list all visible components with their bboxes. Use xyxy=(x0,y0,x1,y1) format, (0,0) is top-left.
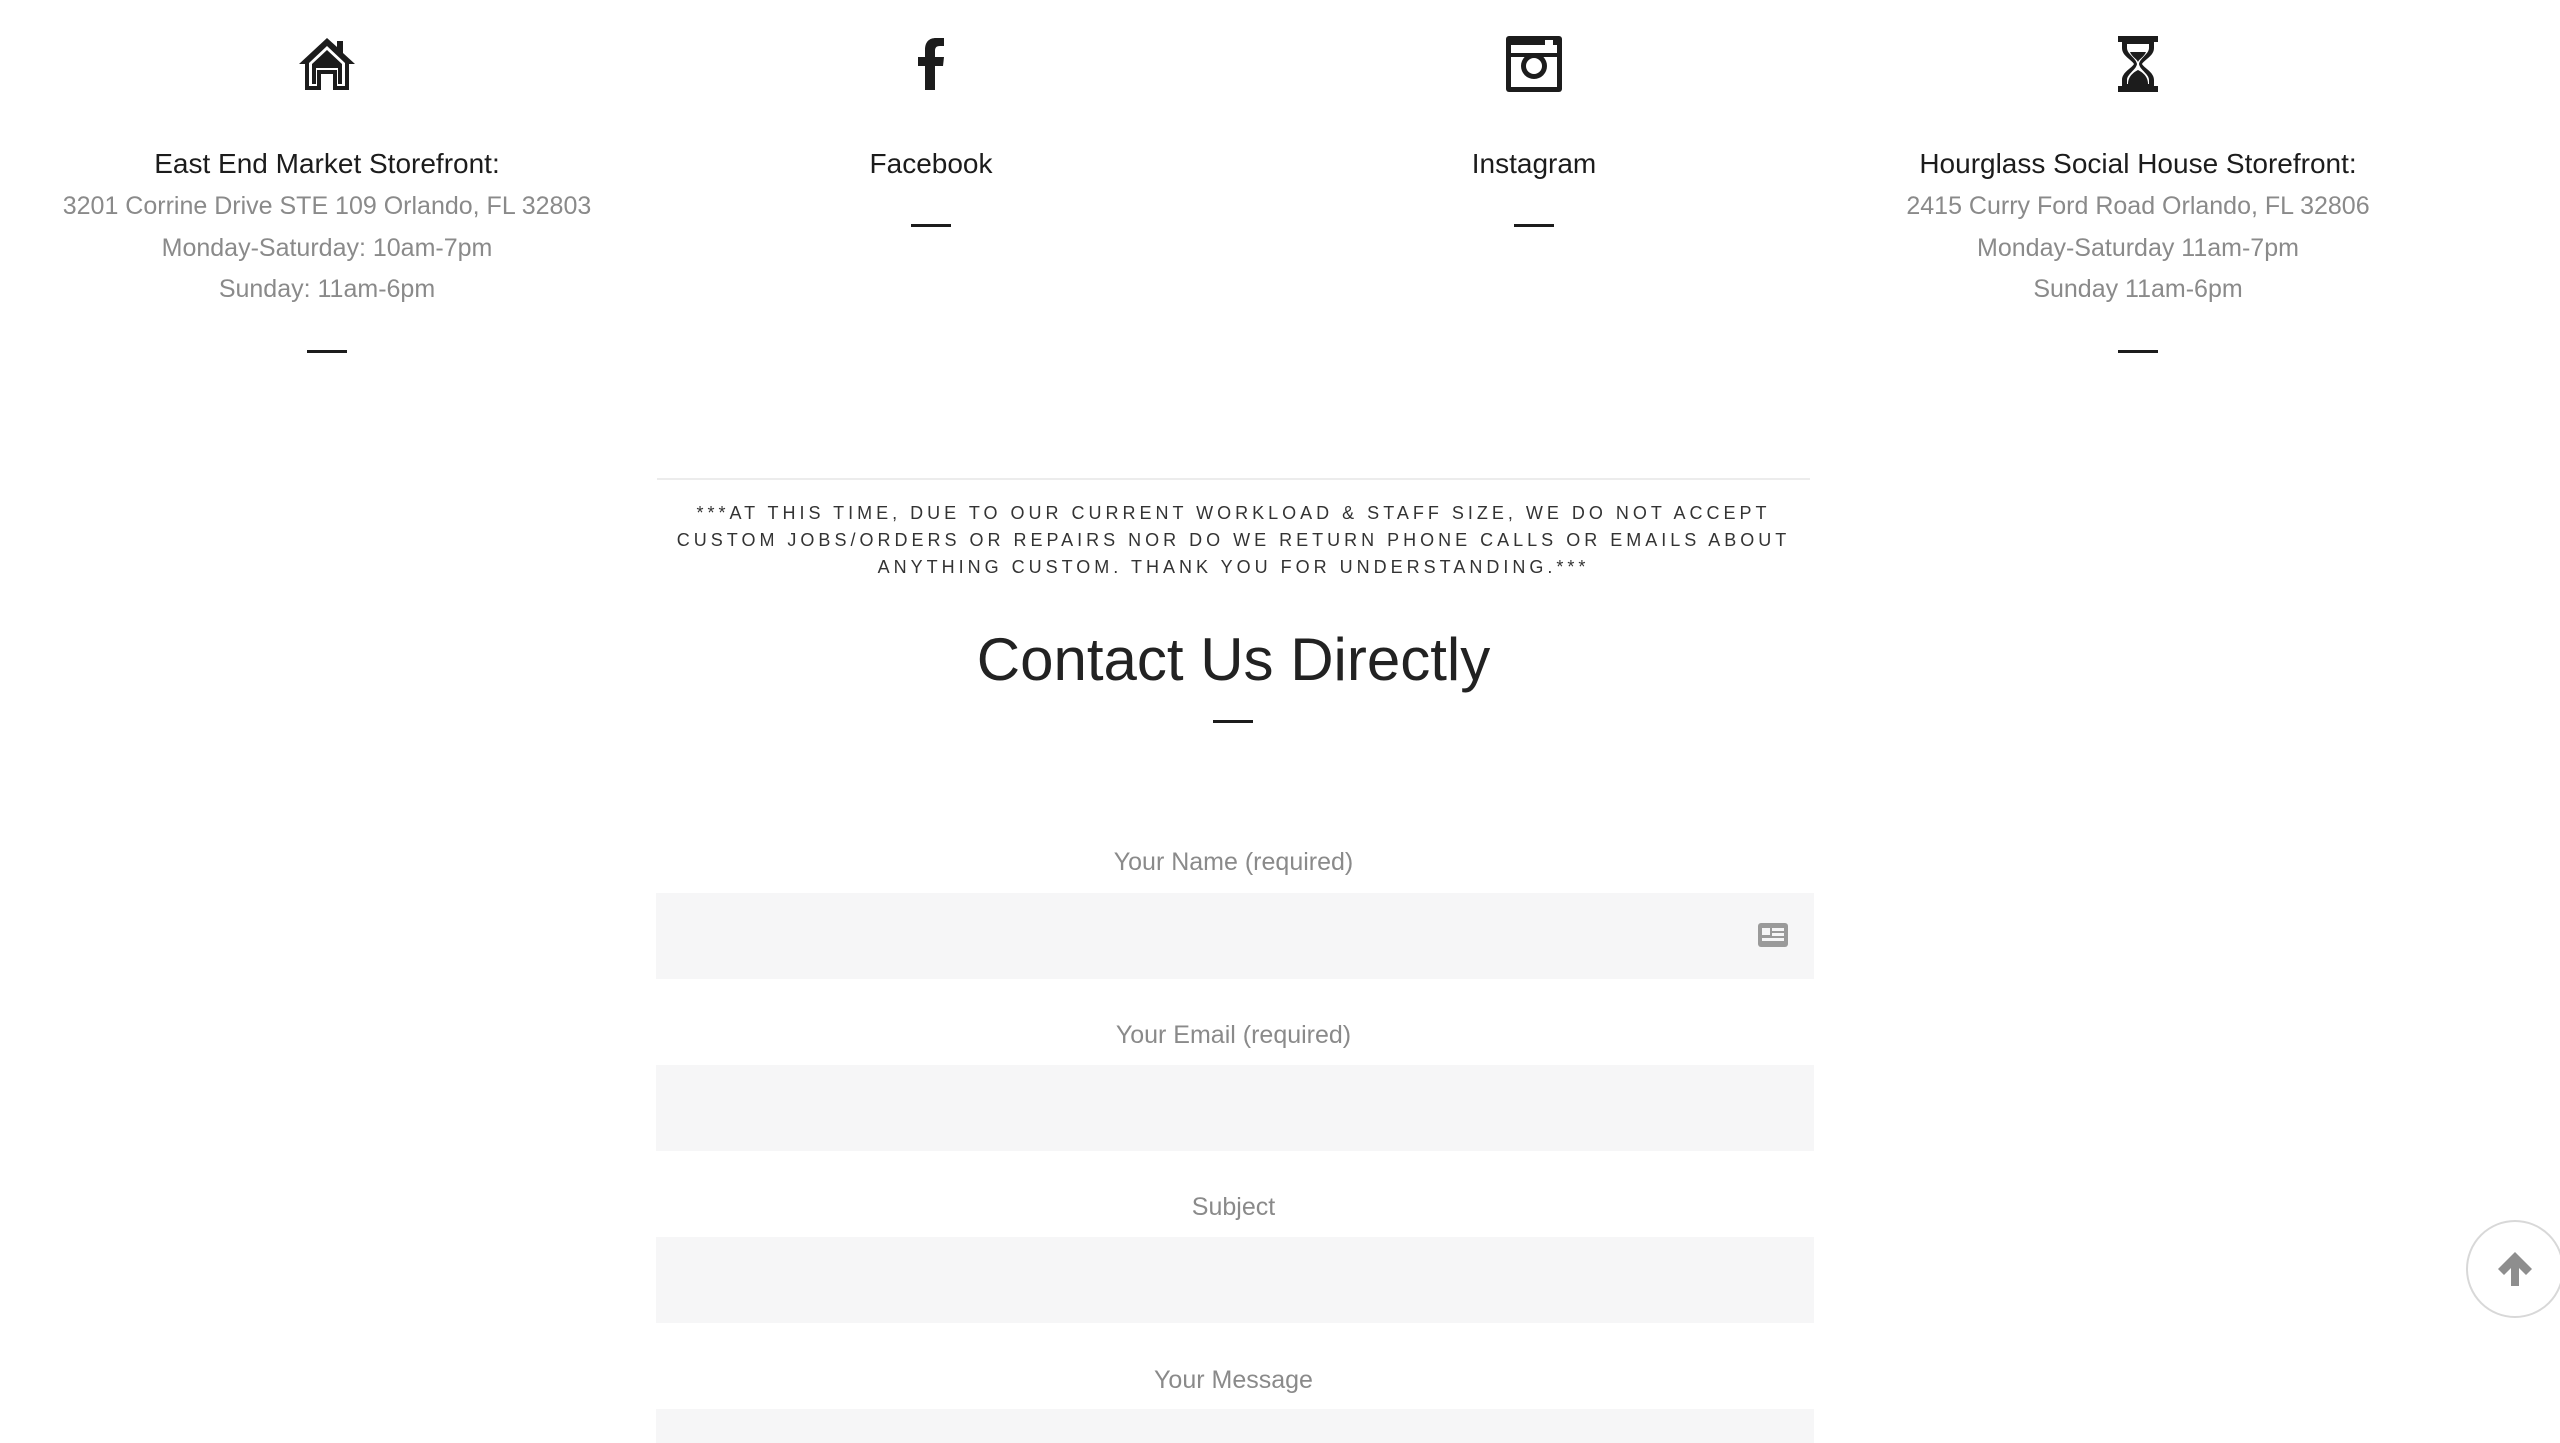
home-icon xyxy=(25,32,629,96)
location-title: Hourglass Social House Storefront: xyxy=(1919,148,2357,179)
custom-work-notice: ***AT THIS TIME, DUE TO OUR CURRENT WORK… xyxy=(676,503,1791,577)
location-hours-weekday: Monday-Saturday 11am-7pm xyxy=(1977,234,2299,262)
name-label: Your Name (required) xyxy=(1113,848,1354,876)
message-textarea[interactable] xyxy=(656,1409,1814,1443)
email-label: Your Email (required) xyxy=(1115,1021,1352,1049)
facebook-icon[interactable] xyxy=(629,32,1233,96)
location-title[interactable]: Instagram xyxy=(1232,144,1836,184)
section-dash xyxy=(1514,224,1554,227)
instagram-icon[interactable] xyxy=(1232,32,1836,96)
name-input[interactable] xyxy=(656,893,1814,979)
section-dash xyxy=(911,224,951,227)
section-dash xyxy=(2118,350,2158,353)
section-dash xyxy=(307,350,347,353)
subject-label: Subject xyxy=(1191,1193,1276,1221)
location-address: 2415 Curry Ford Road Orlando, FL 32806 xyxy=(1906,192,2370,220)
scroll-to-top-button[interactable] xyxy=(2466,1220,2560,1318)
location-hours-sunday: Sunday: 11am-6pm xyxy=(218,275,436,303)
location-hours-sunday: Sunday 11am-6pm xyxy=(2033,275,2243,303)
subject-input[interactable] xyxy=(656,1237,1814,1323)
location-title[interactable]: Facebook xyxy=(629,144,1233,184)
location-title: East End Market Storefront: xyxy=(154,148,500,179)
contact-title-dash xyxy=(1213,720,1253,723)
divider xyxy=(657,478,1810,480)
message-label: Your Message xyxy=(1154,1366,1313,1394)
locations-row: East End Market Storefront: 3201 Corrine… xyxy=(0,0,2560,380)
contact-card-icon xyxy=(1757,922,1789,948)
location-address: 3201 Corrine Drive STE 109 Orlando, FL 3… xyxy=(62,192,592,220)
contact-title: Contact Us Directly xyxy=(976,626,1491,693)
arrow-up-icon xyxy=(2498,1252,2532,1286)
location-hours-weekday: Monday-Saturday: 10am-7pm xyxy=(161,234,493,262)
hourglass-icon xyxy=(1836,32,2440,96)
email-input[interactable] xyxy=(656,1065,1814,1151)
